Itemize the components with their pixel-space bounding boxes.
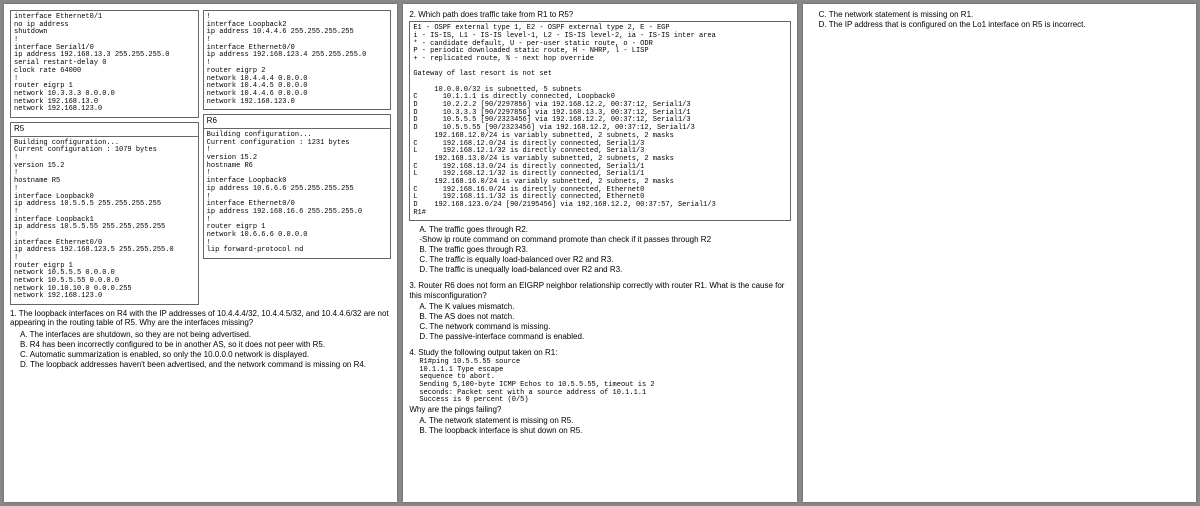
cfg-loopback2: ! interface Loopback2 ip address 10.4.4.… xyxy=(207,14,388,106)
route-output-box: E1 - OSPF external type 1, E2 - OSPF ext… xyxy=(409,21,790,221)
r5-header: R5 xyxy=(11,123,198,137)
q3-title: 3. Router R6 does not form an EIGRP neig… xyxy=(409,281,790,299)
q4-why: Why are the pings failing? xyxy=(409,405,790,414)
q4-title: 4. Study the following output taken on R… xyxy=(409,348,790,357)
right-col: ! interface Loopback2 ip address 10.4.4.… xyxy=(203,10,392,309)
page-3: C. The network statement is missing on R… xyxy=(803,4,1196,502)
q3-opt-b: B. The AS does not match. xyxy=(409,312,790,322)
q3-opt-c: C. The network command is missing. xyxy=(409,322,790,332)
question-1: 1. The loopback interfaces on R4 with th… xyxy=(10,309,391,369)
q1-opt-a: A. The interfaces are shutdown, so they … xyxy=(10,330,391,340)
r6-config: Building configuration... Current config… xyxy=(207,132,388,255)
r6-header: R6 xyxy=(204,115,391,129)
question-3: 3. Router R6 does not form an EIGRP neig… xyxy=(409,281,790,341)
q2-opt-a: A. The traffic goes through R2. xyxy=(409,225,790,235)
q1-text: 1. The loopback interfaces on R4 with th… xyxy=(10,309,391,327)
config-box-right-top: ! interface Loopback2 ip address 10.4.4.… xyxy=(203,10,392,110)
q2-opt-b: B. The traffic goes through R3. xyxy=(409,245,790,255)
question-2: 2. Which path does traffic take from R1 … xyxy=(409,10,790,275)
left-col: interface Ethernet0/1 no ip address shut… xyxy=(10,10,199,309)
q2-opt-c: C. The traffic is equally load-balanced … xyxy=(409,255,790,265)
page-2: 2. Which path does traffic take from R1 … xyxy=(403,4,796,502)
q1-opt-b: B. R4 has been incorrectly configured to… xyxy=(10,340,391,350)
q4-opt-c: C. The network statement is missing on R… xyxy=(809,10,1190,20)
q2-hint: -Show ip route command on command promot… xyxy=(409,235,790,245)
route-output: E1 - OSPF external type 1, E2 - OSPF ext… xyxy=(413,25,786,217)
q4-opt-b: B. The loopback interface is shut down o… xyxy=(409,426,790,436)
page-1: interface Ethernet0/1 no ip address shut… xyxy=(4,4,397,502)
q4-opt-a: A. The network statement is missing on R… xyxy=(409,416,790,426)
q3-opt-d: D. The passive-interface command is enab… xyxy=(409,332,790,342)
question-4: 4. Study the following output taken on R… xyxy=(409,348,790,437)
q1-opt-d: D. The loopback addresses haven't been a… xyxy=(10,360,391,370)
config-box-left-top: interface Ethernet0/1 no ip address shut… xyxy=(10,10,199,118)
q4-output: R1#ping 10.5.5.55 source 10.1.1.1 Type e… xyxy=(409,359,790,405)
config-box-r6: R6 Building configuration... Current con… xyxy=(203,114,392,259)
cfg-eth01: interface Ethernet0/1 no ip address shut… xyxy=(14,14,195,114)
config-columns: interface Ethernet0/1 no ip address shut… xyxy=(10,10,391,309)
r5-config: Building configuration... Current config… xyxy=(14,140,195,301)
q2-opt-d: D. The traffic is unequally load-balance… xyxy=(409,265,790,275)
config-box-r5: R5 Building configuration... Current con… xyxy=(10,122,199,305)
q2-title: 2. Which path does traffic take from R1 … xyxy=(409,10,790,19)
q1-opt-c: C. Automatic summarization is enabled, s… xyxy=(10,350,391,360)
q4-opt-d: D. The IP address that is configured on … xyxy=(809,20,1190,30)
q3-opt-a: A. The K values mismatch. xyxy=(409,302,790,312)
